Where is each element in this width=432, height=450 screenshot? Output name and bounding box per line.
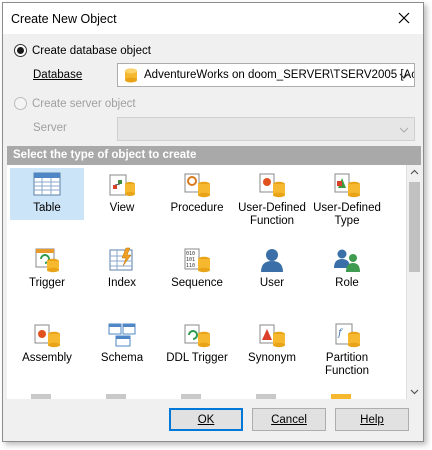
object-type-procedure[interactable]: Procedure: [160, 168, 234, 215]
chevron-up-icon: [410, 169, 419, 175]
user-defined-function-icon: [259, 173, 285, 198]
radio-button-unchecked[interactable]: [14, 97, 27, 110]
object-type-label: Procedure: [170, 202, 224, 214]
object-type-partition-function[interactable]: f Partition Function: [310, 318, 384, 378]
object-type-trigger[interactable]: Trigger: [10, 243, 84, 290]
ddl-trigger-icon: [184, 324, 210, 348]
partial-row-icon: [256, 394, 276, 399]
index-icon: [109, 247, 133, 271]
user-icon: [261, 249, 283, 272]
object-type-label: Synonym: [248, 352, 296, 364]
chevron-down-icon: [399, 73, 409, 79]
user-defined-type-icon: [334, 173, 360, 198]
create-database-object-label: Create database object: [32, 44, 151, 57]
vertical-scrollbar[interactable]: [406, 165, 421, 399]
view-icon: [109, 174, 135, 196]
object-type-label: User-Defined Type: [313, 202, 381, 227]
object-type-sequence[interactable]: 010 101 110 Sequence: [160, 243, 234, 290]
object-type-role[interactable]: Role: [310, 243, 384, 290]
server-combobox[interactable]: [117, 117, 415, 141]
assembly-icon: [34, 324, 60, 348]
title-bar: Create New Object: [3, 3, 423, 34]
object-type-label: Schema: [100, 352, 144, 364]
object-type-label: Index: [107, 277, 137, 289]
create-server-object-label: Create server object: [32, 97, 136, 110]
object-type-label: Assembly: [22, 352, 72, 364]
object-type-label: Partition Function: [324, 352, 370, 377]
database-value: AdventureWorks on doom_SERVER\TSERV2005 …: [144, 69, 415, 81]
object-type-label: DDL Trigger: [166, 352, 228, 364]
dialog-title: Create New Object: [11, 12, 117, 26]
scroll-up-button[interactable]: [407, 165, 422, 180]
object-type-synonym[interactable]: Synonym: [235, 318, 309, 365]
scroll-down-button[interactable]: [407, 384, 422, 399]
object-type-assembly[interactable]: Assembly: [10, 318, 84, 365]
create-database-object-radio[interactable]: Create database object: [14, 44, 151, 57]
object-type-grid: Table View Procedure User-Defined Functi…: [7, 165, 406, 399]
database-label: Database: [33, 69, 83, 81]
close-button[interactable]: [389, 4, 419, 32]
procedure-icon: [184, 173, 210, 198]
partial-row-icon: [181, 394, 201, 399]
database-combobox[interactable]: AdventureWorks on doom_SERVER\TSERV2005 …: [117, 63, 415, 87]
object-type-index[interactable]: Index: [85, 243, 159, 290]
partial-row-icon: [106, 394, 126, 399]
role-icon: [334, 249, 360, 272]
object-type-label: Sequence: [171, 277, 223, 289]
create-new-object-dialog: Create New Object Create database object…: [2, 2, 424, 442]
cancel-button[interactable]: Cancel: [252, 408, 326, 431]
object-type-ddl-trigger[interactable]: DDL Trigger: [160, 318, 234, 365]
server-label: Server: [33, 122, 67, 134]
object-type-label: User: [259, 277, 285, 289]
synonym-icon: [259, 324, 285, 348]
partial-row-icon: [31, 394, 51, 399]
object-type-label: View: [109, 202, 135, 214]
object-type-user-defined-type[interactable]: User-Defined Type: [310, 168, 384, 228]
object-type-header: Select the type of object to create: [7, 146, 421, 165]
object-type-label: Table: [33, 202, 61, 214]
chevron-down-icon: [399, 127, 409, 133]
partial-row-icon: [331, 394, 351, 399]
object-type-label: User-Defined Function: [238, 202, 306, 227]
close-icon: [398, 12, 410, 24]
object-type-user-defined-function[interactable]: User-Defined Function: [235, 168, 309, 228]
object-type-table[interactable]: Table: [10, 168, 84, 220]
scrollbar-thumb[interactable]: [409, 182, 420, 272]
sequence-icon: 010 101 110: [184, 248, 210, 273]
object-type-view[interactable]: View: [85, 168, 159, 215]
object-type-label: Role: [335, 277, 359, 289]
object-type-label: Trigger: [29, 277, 65, 289]
svg-text:110: 110: [186, 263, 195, 269]
object-type-schema[interactable]: Schema: [85, 318, 159, 365]
database-icon: [125, 68, 137, 82]
ok-button[interactable]: OK: [169, 408, 243, 431]
chevron-down-icon: [410, 389, 419, 395]
radio-button-checked[interactable]: [14, 44, 27, 57]
object-type-user[interactable]: User: [235, 243, 309, 290]
table-icon: [33, 172, 61, 196]
create-server-object-radio[interactable]: Create server object: [14, 97, 136, 110]
trigger-icon: [35, 248, 59, 273]
partition-function-icon: f: [335, 323, 360, 348]
help-button[interactable]: Help: [335, 408, 409, 431]
schema-icon: [108, 323, 136, 347]
